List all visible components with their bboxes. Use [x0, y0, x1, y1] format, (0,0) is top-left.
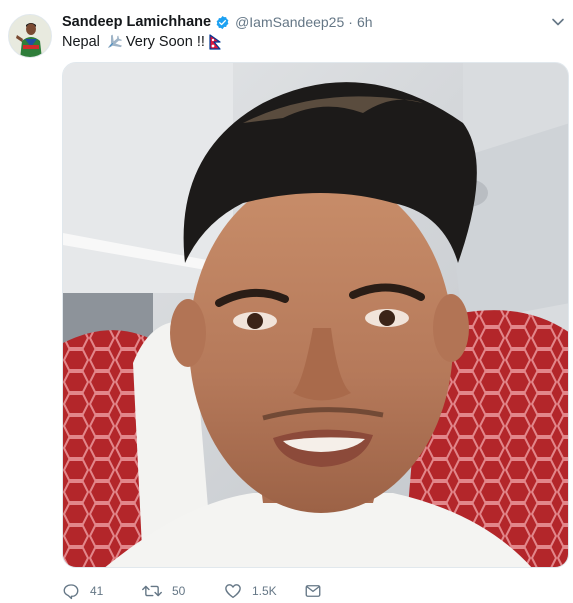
tweet-photo[interactable] — [62, 62, 569, 568]
tweet-card[interactable]: Sandeep Lamichhane @IamSandeep25 · 6h Ne… — [0, 0, 573, 603]
tweet-timestamp[interactable]: 6h — [357, 14, 373, 30]
chevron-down-icon[interactable] — [550, 14, 566, 30]
envelope-icon — [305, 585, 321, 597]
heart-icon — [225, 584, 241, 599]
reply-count: 41 — [90, 584, 104, 598]
tweet-text-part: Very Soon !! — [125, 34, 205, 50]
retweet-button[interactable]: 50 — [142, 582, 185, 600]
reply-icon — [63, 584, 79, 600]
direct-message-button[interactable] — [304, 582, 322, 600]
reply-button[interactable]: 41 — [62, 582, 103, 600]
tweet-header: Sandeep Lamichhane @IamSandeep25 · 6h — [62, 12, 373, 32]
avatar[interactable] — [8, 14, 52, 58]
tweet-text: Nepal Very Soon !! — [62, 33, 222, 51]
retweet-icon — [142, 585, 162, 597]
author-handle[interactable]: @IamSandeep25 — [235, 14, 344, 30]
retweet-count: 50 — [172, 584, 186, 598]
header-separator: · — [348, 14, 353, 30]
verified-badge-icon — [215, 15, 230, 30]
author-name[interactable]: Sandeep Lamichhane — [62, 14, 211, 30]
airplane-icon — [104, 33, 122, 51]
avatar-photo — [9, 15, 51, 57]
nepal-flag-icon — [209, 34, 222, 50]
like-count: 1.5K — [252, 584, 277, 598]
like-button[interactable]: 1.5K — [224, 582, 277, 600]
selfie-photo — [63, 63, 568, 567]
tweet-text-part: Nepal — [62, 34, 100, 50]
